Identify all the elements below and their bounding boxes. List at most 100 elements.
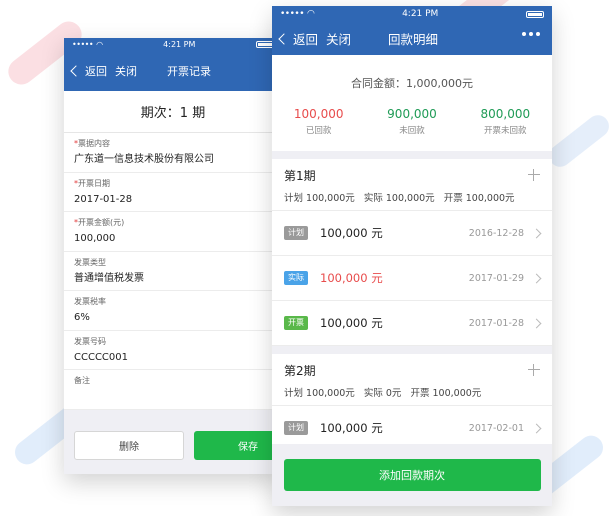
status-badge: 实际 <box>284 271 308 285</box>
payment-detail-screen: ••••• ◠ 4:21 PM 返回 关闭 回款明细 合同金额：1,000,00… <box>272 6 552 506</box>
period-list: 第1期 计划 100,000元 实际 100,000元 开票 100,000元 计划… <box>272 159 552 451</box>
chevron-right-icon <box>531 228 542 238</box>
payment-row[interactable]: 实际 100,000 元 2017-01-29 <box>272 256 552 301</box>
field-label: *开票金额(元) <box>74 217 272 228</box>
period-title: 期次：1 期 <box>64 91 282 133</box>
contract-summary: 合同金额：1,000,000元 100,000 已回款 900,000 未回款 800,… <box>272 55 552 151</box>
field-label-text: 备注 <box>74 376 90 385</box>
close-button[interactable]: 关闭 <box>115 63 137 79</box>
field-value[interactable]: 普通增值税发票 <box>74 272 272 285</box>
form-field[interactable]: 发票号码 CCCCC001 <box>64 331 282 370</box>
payment-amount: 100,000 元 <box>320 421 383 435</box>
payment-row[interactable]: 开票 100,000 元 2017-01-28 <box>272 301 552 346</box>
period-title: 第1期 <box>284 169 316 183</box>
stat-value: 800,000 <box>480 107 531 121</box>
chevron-left-icon <box>278 32 290 45</box>
field-value[interactable]: CCCCC001 <box>74 351 272 364</box>
stat-label: 未回款 <box>399 126 425 136</box>
form-field[interactable]: *开票日期 2017-01-28 <box>64 173 282 212</box>
payment-stats: 100,000 已回款 900,000 未回款 800,000 开票未回款 <box>272 107 552 136</box>
page-title: 回款明细 <box>388 32 439 47</box>
stat-item: 900,000 未回款 <box>372 107 452 136</box>
field-label-text: 开票日期 <box>78 178 110 188</box>
battery-icon <box>525 10 544 18</box>
payment-amount: 100,000 元 <box>320 316 383 330</box>
form-field[interactable]: *开票金额(元) 100,000 <box>64 212 282 252</box>
chevron-left-icon <box>70 65 82 77</box>
chevron-right-icon <box>531 318 542 328</box>
status-bar: ••••• ◠ 4:21 PM <box>272 6 552 22</box>
wifi-icon: ◠ <box>96 40 103 49</box>
payment-amount: 100,000 元 <box>320 226 383 240</box>
payment-amount: 100,000 元 <box>320 271 383 285</box>
period-title: 第2期 <box>284 364 316 378</box>
payment-date: 2017-01-29 <box>468 272 524 284</box>
payment-row[interactable]: 计划 100,000 元 2016-12-28 <box>272 211 552 256</box>
form-field[interactable]: 发票类型普通增值税发票 <box>64 252 282 291</box>
stat-value: 100,000 <box>293 107 344 121</box>
status-time: 4:21 PM <box>163 40 196 49</box>
status-badge: 计划 <box>284 226 308 240</box>
nav-bar: 返回 关闭 回款明细 <box>272 22 552 55</box>
form-field[interactable]: 发票税率 6% <box>64 291 282 331</box>
decor-stripe <box>544 110 614 172</box>
period-summary: 计划 100,000元 实际 0元 开票 100,000元 <box>284 388 482 399</box>
wifi-icon: ◠ <box>307 9 315 19</box>
back-label: 返回 <box>85 65 107 78</box>
period-section: 第1期 计划 100,000元 实际 100,000元 开票 100,000元 计划… <box>272 159 552 346</box>
status-bar: ••••• ◠ 4:21 PM <box>64 38 282 51</box>
field-label: 发票税率 <box>74 296 272 307</box>
field-label: *开票日期 <box>74 178 272 189</box>
form-field[interactable]: 备注 <box>64 370 282 410</box>
chevron-right-icon <box>531 273 542 283</box>
action-bar: 删除 保存 <box>64 416 282 474</box>
signal-icon: ••••• <box>280 9 305 19</box>
invoice-record-screen: ••••• ◠ 4:21 PM 返回 关闭 开票记录 期次：1 期 *票据内容广… <box>64 38 282 474</box>
plus-icon[interactable] <box>528 169 540 181</box>
stat-label: 已回款 <box>305 126 332 136</box>
contract-amount: 合同金额：1,000,000元 <box>351 77 473 90</box>
nav-bar: 返回 关闭 开票记录 <box>64 51 282 91</box>
field-label: *票据内容 <box>74 138 272 149</box>
delete-button[interactable]: 删除 <box>74 430 184 460</box>
stat-label: 开票未回款 <box>484 126 527 136</box>
status-badge: 计划 <box>284 421 308 435</box>
field-label-text: 开票金额(元) <box>78 218 125 227</box>
invoice-form: *票据内容广东道一信息技术股份有限公司 *开票日期 2017-01-28 *开票金额(… <box>64 133 282 410</box>
field-label-text: 发票类型 <box>74 257 106 267</box>
back-button[interactable]: 返回 <box>64 63 107 79</box>
stat-item: 100,000 已回款 <box>279 107 359 136</box>
period-header: 第1期计划 100,000元 实际 100,000元 开票 100,000元 <box>272 159 552 211</box>
field-label: 发票号码 <box>74 336 272 347</box>
field-value[interactable]: 2017-01-28 <box>74 193 272 206</box>
more-dots-icon[interactable] <box>522 32 540 36</box>
close-button[interactable]: 关闭 <box>326 29 351 48</box>
field-value[interactable]: 6% <box>74 311 272 324</box>
stat-item: 800,000 开票未回款 <box>465 107 545 136</box>
period-header: 第2期计划 100,000元 实际 0元 开票 100,000元 <box>272 354 552 406</box>
stat-value: 900,000 <box>387 107 437 121</box>
payment-date: 2017-02-01 <box>468 422 524 434</box>
field-label-text: 票据内容 <box>78 139 110 148</box>
plus-icon[interactable] <box>528 364 540 376</box>
status-badge: 开票 <box>284 316 308 330</box>
field-label-text: 发票号码 <box>74 336 106 346</box>
field-value[interactable]: 100,000 <box>74 232 272 245</box>
period-summary: 计划 100,000元 实际 100,000元 开票 100,000元 <box>284 193 515 204</box>
period-section: 第2期计划 100,000元 实际 0元 开票 100,000元 计划 100,00… <box>272 354 552 451</box>
signal-icon: ••••• <box>72 40 94 49</box>
field-label: 发票类型 <box>74 257 272 268</box>
action-bar: 添加回款期次 <box>272 444 552 506</box>
chevron-right-icon <box>531 423 542 433</box>
back-button[interactable]: 返回 <box>272 29 318 48</box>
save-button[interactable]: 保存 <box>194 430 282 460</box>
add-period-button[interactable]: 添加回款期次 <box>283 459 541 491</box>
field-label-text: 发票税率 <box>74 297 106 306</box>
payment-date: 2016-12-28 <box>468 227 524 239</box>
back-label: 返回 <box>293 32 319 47</box>
field-label: 备注 <box>74 375 272 386</box>
status-time: 4:21 PM <box>402 9 439 19</box>
payment-date: 2017-01-28 <box>468 317 524 329</box>
field-value[interactable]: 广东道一信息技术股份有限公司 <box>74 153 272 166</box>
form-field[interactable]: *票据内容广东道一信息技术股份有限公司 <box>64 133 282 173</box>
